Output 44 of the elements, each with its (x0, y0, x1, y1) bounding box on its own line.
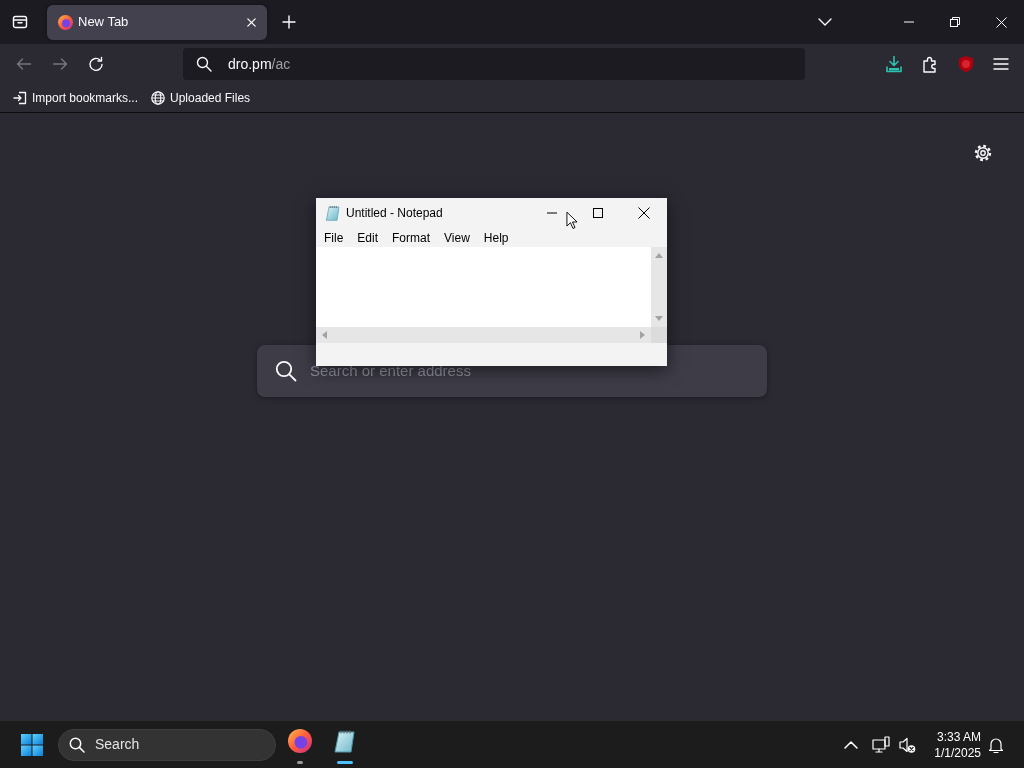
menu-item[interactable]: Format (385, 228, 438, 247)
back-arrow-icon[interactable] (16, 56, 32, 72)
mouse-pointer-icon (566, 211, 578, 230)
window-title: Untitled - Notepad (346, 205, 443, 222)
import-icon (13, 91, 27, 105)
close-icon[interactable] (638, 207, 650, 219)
scrollbar-corner (651, 327, 667, 343)
menu-item[interactable]: View (437, 228, 477, 247)
bookmark-item[interactable]: Uploaded Files (147, 86, 255, 110)
search-icon (196, 56, 212, 72)
search-input[interactable]: Search (95, 735, 261, 754)
search-icon (69, 736, 85, 753)
browser-logo-icon (58, 14, 73, 30)
bookmark-item[interactable]: Import bookmarks... (9, 86, 143, 110)
plus-icon[interactable] (282, 15, 296, 29)
search-icon (275, 360, 297, 382)
tab[interactable]: New Tab (47, 4, 267, 40)
menu-item[interactable]: Edit (350, 228, 386, 247)
globe-icon (151, 91, 166, 105)
shield-icon[interactable] (957, 55, 975, 73)
tray-icon[interactable] (12, 14, 28, 30)
browser-logo-icon[interactable] (288, 728, 312, 753)
monitor-icon[interactable] (872, 735, 891, 754)
settings-icon[interactable] (974, 144, 992, 162)
menu-item[interactable]: Help (476, 228, 516, 247)
address-field[interactable]: dro.pm/ac (183, 48, 805, 80)
puzzle-icon[interactable] (921, 55, 939, 73)
maximize-icon[interactable] (593, 208, 603, 218)
search-input[interactable]: Search or enter address (310, 361, 751, 381)
four-tiles-icon[interactable] (21, 733, 43, 756)
chevron-down-icon[interactable] (818, 18, 832, 26)
menu-item[interactable]: File (317, 228, 351, 247)
search-field[interactable]: Search (58, 728, 276, 761)
menu-icon[interactable] (993, 57, 1009, 71)
notebook-icon (325, 205, 341, 221)
forward-arrow-icon[interactable] (52, 56, 68, 72)
clock-button[interactable]: 3:33 AM 1/1/2025 (934, 728, 981, 761)
bell-icon[interactable] (987, 735, 1005, 754)
speaker-muted-icon[interactable] (898, 735, 917, 754)
restore-icon[interactable] (950, 17, 960, 27)
chevron-up-icon[interactable] (844, 740, 859, 749)
download-icon[interactable] (885, 55, 903, 73)
reload-icon[interactable] (88, 56, 104, 72)
notebook-icon[interactable] (333, 728, 357, 753)
